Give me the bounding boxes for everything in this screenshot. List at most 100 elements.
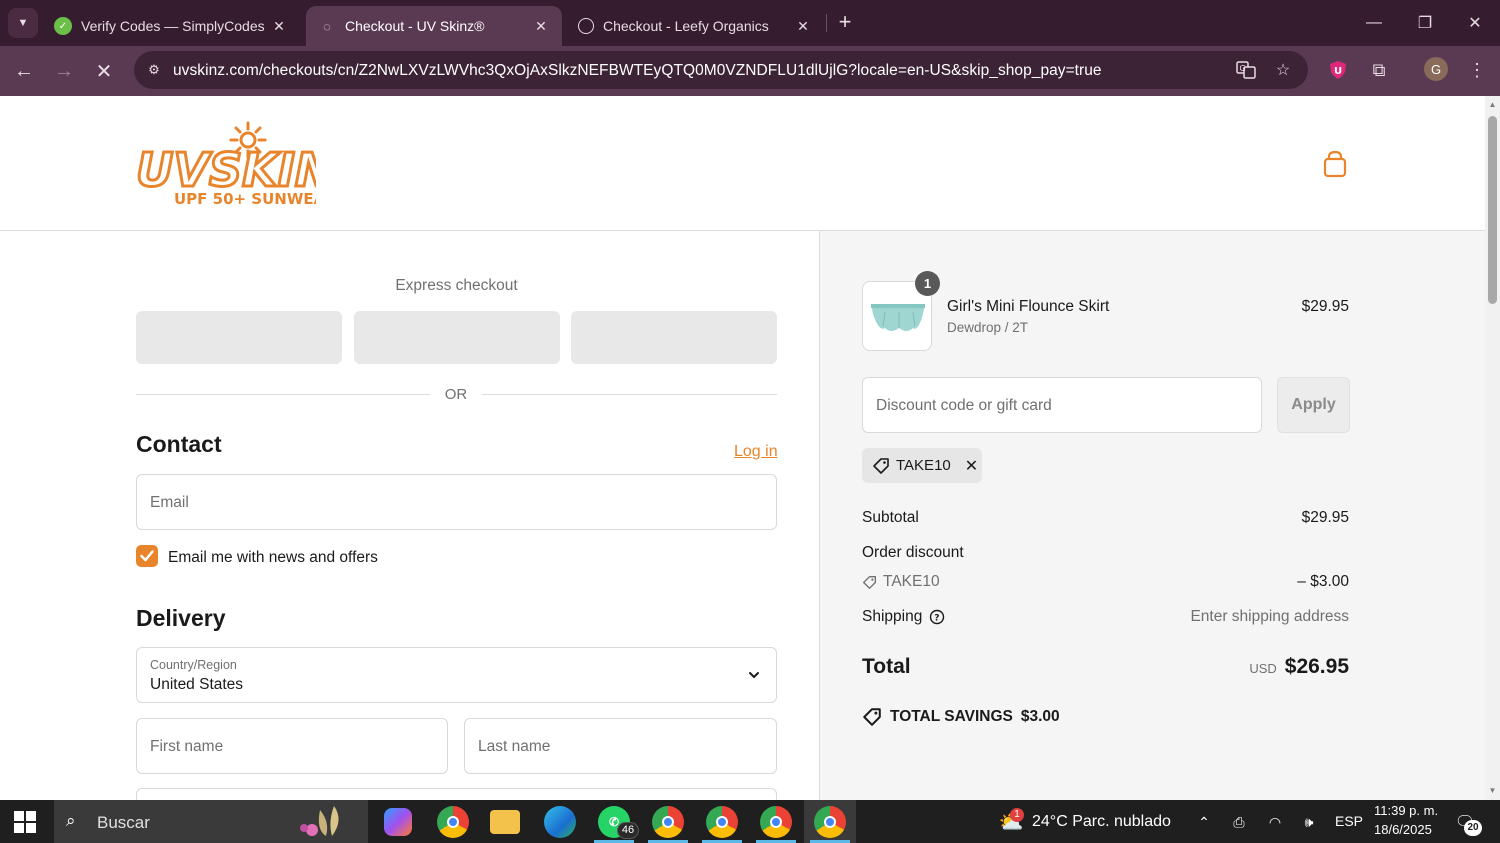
clock-date[interactable]: 18/6/2025	[1374, 822, 1432, 837]
delivery-heading: Delivery	[136, 605, 226, 631]
tab-simplycodes[interactable]: ✓ Verify Codes — SimplyCodes ✕	[42, 6, 300, 46]
chevron-down-icon	[749, 672, 759, 679]
express-pay-button-1[interactable]	[136, 311, 342, 364]
windows-start-icon[interactable]	[14, 811, 36, 833]
contact-heading: Contact	[136, 431, 222, 457]
url-text[interactable]: uvskinz.com/checkouts/cn/Z2NwLXVzLWVhc3Q…	[173, 62, 1102, 80]
tab-uvskinz-checkout[interactable]: ◌ Checkout - UV Skinz® ✕	[306, 6, 562, 46]
email-field[interactable]: Email	[136, 474, 777, 530]
tab-close-icon[interactable]: ✕	[270, 18, 288, 35]
discount-value: – $3.00	[1297, 573, 1349, 590]
product-price: $29.95	[1301, 298, 1349, 315]
chrome-profile-g-icon[interactable]	[814, 806, 846, 838]
discount-code-input[interactable]: Discount code or gift card	[862, 377, 1262, 433]
subtotal-label: Subtotal	[862, 509, 919, 526]
profile-avatar[interactable]: G	[1424, 57, 1448, 81]
tray-overflow-chevron-icon[interactable]: ⌃	[1194, 812, 1214, 832]
address-bar[interactable]: ⚙ uvskinz.com/checkouts/cn/Z2NwLXVzLWVhc…	[134, 51, 1308, 89]
new-tab-button[interactable]: +	[832, 9, 858, 35]
scrollbar-thumb[interactable]	[1488, 116, 1497, 304]
store-header: UVSKINZ UPF 50+ SUNWEAR	[0, 96, 1485, 231]
help-circle-icon[interactable]: ?	[929, 609, 945, 625]
express-pay-button-2[interactable]	[354, 311, 560, 364]
log-in-link[interactable]: Log in	[734, 443, 778, 461]
input-language[interactable]: ESP	[1335, 813, 1363, 829]
svg-text:?: ?	[935, 614, 940, 624]
tab-close-icon[interactable]: ✕	[794, 18, 812, 35]
remove-discount-icon[interactable]: ✕	[965, 456, 978, 476]
express-checkout-label: Express checkout	[395, 277, 518, 294]
divider	[482, 394, 777, 395]
subtotal-value: $29.95	[1301, 509, 1349, 526]
checkmark-icon	[140, 550, 154, 562]
product-variant: Dewdrop / 2T	[947, 320, 1029, 335]
stop-loading-icon[interactable]: ✕	[90, 57, 118, 85]
restore-icon[interactable]: ❐	[1405, 8, 1445, 38]
chrome-profile-p-icon[interactable]	[706, 806, 738, 838]
wifi-icon[interactable]: ◠	[1265, 812, 1285, 832]
scroll-down-icon[interactable]: ▼	[1488, 786, 1497, 795]
product-name: Girl's Mini Flounce Skirt	[947, 298, 1110, 315]
email-placeholder: Email	[150, 494, 189, 511]
scroll-up-icon[interactable]: ▲	[1488, 100, 1497, 109]
chrome-profile-c-icon[interactable]	[652, 806, 684, 838]
chrome-profile-s-icon[interactable]	[760, 806, 792, 838]
notification-count: 20	[1464, 820, 1482, 836]
back-arrow-icon[interactable]: ←	[10, 57, 38, 85]
extensions-puzzle-icon[interactable]: ⧉	[1366, 57, 1392, 83]
volume-icon[interactable]: 🕪	[1299, 812, 1319, 832]
tab-title: Checkout - Leefy Organics	[603, 18, 769, 34]
search-placeholder: Buscar	[97, 813, 150, 832]
page-scrollbar[interactable]: ▲ ▼	[1485, 96, 1500, 800]
browser-menu-icon[interactable]: ⋮	[1464, 57, 1490, 83]
svg-text:UPF 50+ SUNWEAR: UPF 50+ SUNWEAR	[174, 190, 316, 208]
applied-code: TAKE10	[896, 457, 951, 474]
search-highlight-butterfly-icon	[300, 806, 339, 836]
windows-taskbar: ⌕ Buscar ✆ 46 ⛅ 1 24°C Parc. nublado ⌃ ⎙…	[0, 800, 1500, 843]
or-divider-label: OR	[444, 386, 468, 403]
weather-text[interactable]: 24°C Parc. nublado	[1032, 813, 1171, 831]
newsletter-label[interactable]: Email me with news and offers	[168, 549, 378, 567]
quantity-badge: 1	[915, 271, 940, 296]
uvskinz-logo[interactable]: UVSKINZ UPF 50+ SUNWEAR	[136, 118, 316, 210]
close-window-icon[interactable]: ✕	[1455, 8, 1495, 38]
copilot-icon[interactable]	[384, 808, 412, 836]
applied-discount-chip: TAKE10 ✕	[862, 448, 982, 483]
search-icon: ⌕	[66, 811, 76, 830]
tab-close-icon[interactable]: ✕	[532, 18, 550, 35]
shopping-bag-icon[interactable]	[1322, 150, 1348, 178]
bookmark-star-icon[interactable]: ☆	[1271, 59, 1295, 81]
svg-text:UVSKINZ: UVSKINZ	[136, 143, 316, 197]
edge-icon[interactable]	[544, 806, 576, 838]
first-name-field[interactable]: First name	[136, 718, 448, 774]
last-name-field[interactable]: Last name	[464, 718, 777, 774]
express-pay-button-3[interactable]	[571, 311, 777, 364]
order-discount-label: Order discount	[862, 544, 964, 561]
order-summary: 1 Girl's Mini Flounce Skirt Dewdrop / 2T…	[819, 231, 1485, 800]
tab-search-chevron-icon[interactable]: ▼	[8, 8, 38, 38]
site-info-icon[interactable]: ⚙	[144, 60, 164, 80]
chrome-icon[interactable]	[437, 806, 469, 838]
forward-arrow-icon[interactable]: →	[50, 57, 78, 85]
total-savings: TOTAL SAVINGS $3.00	[862, 707, 1060, 727]
file-explorer-icon[interactable]	[490, 810, 520, 834]
taskbar-search-box[interactable]: ⌕ Buscar	[54, 800, 368, 843]
total-label: Total	[862, 655, 911, 678]
minimize-icon[interactable]: —	[1354, 8, 1394, 38]
total-value: $26.95	[1284, 655, 1349, 678]
weather-badge: 1	[1010, 808, 1024, 822]
savings-label: TOTAL SAVINGS	[890, 708, 1013, 725]
tab-leefy-checkout[interactable]: Checkout - Leefy Organics ✕	[566, 6, 824, 46]
savings-value: $3.00	[1020, 708, 1060, 725]
country-label: Country/Region	[150, 658, 237, 672]
apply-discount-button[interactable]: Apply	[1277, 377, 1350, 433]
translate-icon[interactable]: G	[1234, 59, 1258, 81]
clock-time[interactable]: 11:39 p. m.	[1374, 803, 1438, 818]
meet-now-icon[interactable]: ⎙	[1229, 812, 1249, 832]
address-field-partial[interactable]	[136, 788, 777, 800]
country-region-select[interactable]: Country/Region United States	[136, 647, 777, 703]
extension-shield-icon[interactable]: U	[1325, 57, 1351, 83]
newsletter-checkbox[interactable]	[136, 545, 158, 567]
discount-code-text: TAKE10	[883, 573, 940, 590]
discount-placeholder: Discount code or gift card	[876, 397, 1052, 414]
